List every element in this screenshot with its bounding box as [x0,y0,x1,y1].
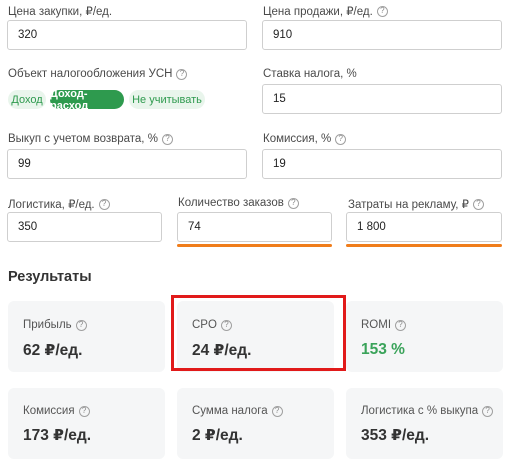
help-icon[interactable]: ? [176,68,188,80]
orders-input[interactable]: 74 [177,212,332,242]
help-icon[interactable]: ? [161,133,173,145]
tax-rate-label: Ставка налога, % [263,68,357,80]
help-icon[interactable]: ? [287,197,299,209]
help-icon[interactable]: ? [482,405,494,417]
results-heading: Результаты [8,269,92,285]
result-value: 153 % [361,341,405,358]
sale-price-input[interactable]: 910 [262,20,502,50]
help-icon[interactable]: ? [271,405,283,417]
logistics-label: Логистика, ₽/ед. ? [8,197,110,211]
help-icon[interactable]: ? [75,319,87,331]
result-card-profit: Прибыль ? 62 ₽/ед. [8,301,165,372]
result-value: 173 ₽/ед. [23,427,92,444]
tax-rate-input[interactable]: 15 [262,84,502,114]
tax-option-income-expense[interactable]: Доход-расход [50,88,124,112]
help-icon[interactable]: ? [472,198,484,210]
orders-label: Количество заказов ? [178,197,299,209]
result-card-logistics-buyout: Логистика с % выкупа ? 353 ₽/ед. [346,388,503,459]
purchase-price-label: Цена закупки, ₽/ед. [8,6,113,18]
result-card-commission: Комиссия ? 173 ₽/ед. [8,388,165,459]
orders-underline [177,244,332,247]
buyout-input[interactable]: 99 [7,149,247,179]
result-value: 353 ₽/ед. [361,427,430,444]
purchase-price-input[interactable]: 320 [7,20,247,50]
result-label: Логистика с % выкупа [361,405,479,417]
commission-label: Комиссия, % ? [263,133,347,145]
ad-spend-label: Затраты на рекламу, ₽ ? [348,197,484,211]
result-label: Прибыль [23,319,72,331]
help-icon[interactable]: ? [98,198,110,210]
help-icon[interactable]: ? [395,319,407,331]
result-value: 2 ₽/ед. [192,427,243,444]
logistics-input[interactable]: 350 [7,212,162,242]
result-label: ROMI [361,319,392,331]
help-icon[interactable]: ? [376,5,388,17]
result-value: 62 ₽/ед. [23,342,83,359]
result-card-tax-amount: Сумма налога ? 2 ₽/ед. [177,388,334,459]
help-icon[interactable]: ? [335,133,347,145]
cpo-highlight-frame [171,295,346,371]
tax-option-ignore[interactable]: Не учитывать [129,90,205,109]
commission-input[interactable]: 19 [262,149,502,179]
buyout-label: Выкуп с учетом возврата, % ? [8,133,173,145]
help-icon[interactable]: ? [78,405,90,417]
result-label: Комиссия [23,405,75,417]
sale-price-label: Цена продажи, ₽/ед. ? [263,4,388,18]
ad-spend-underline [346,244,502,247]
result-card-romi: ROMI ? 153 % [346,301,503,372]
result-label: Сумма налога [192,405,268,417]
tax-option-income[interactable]: Доход [8,90,46,109]
ad-spend-input[interactable]: 1 800 [346,212,502,242]
tax-object-label: Объект налогообложения УСН ? [8,68,188,80]
